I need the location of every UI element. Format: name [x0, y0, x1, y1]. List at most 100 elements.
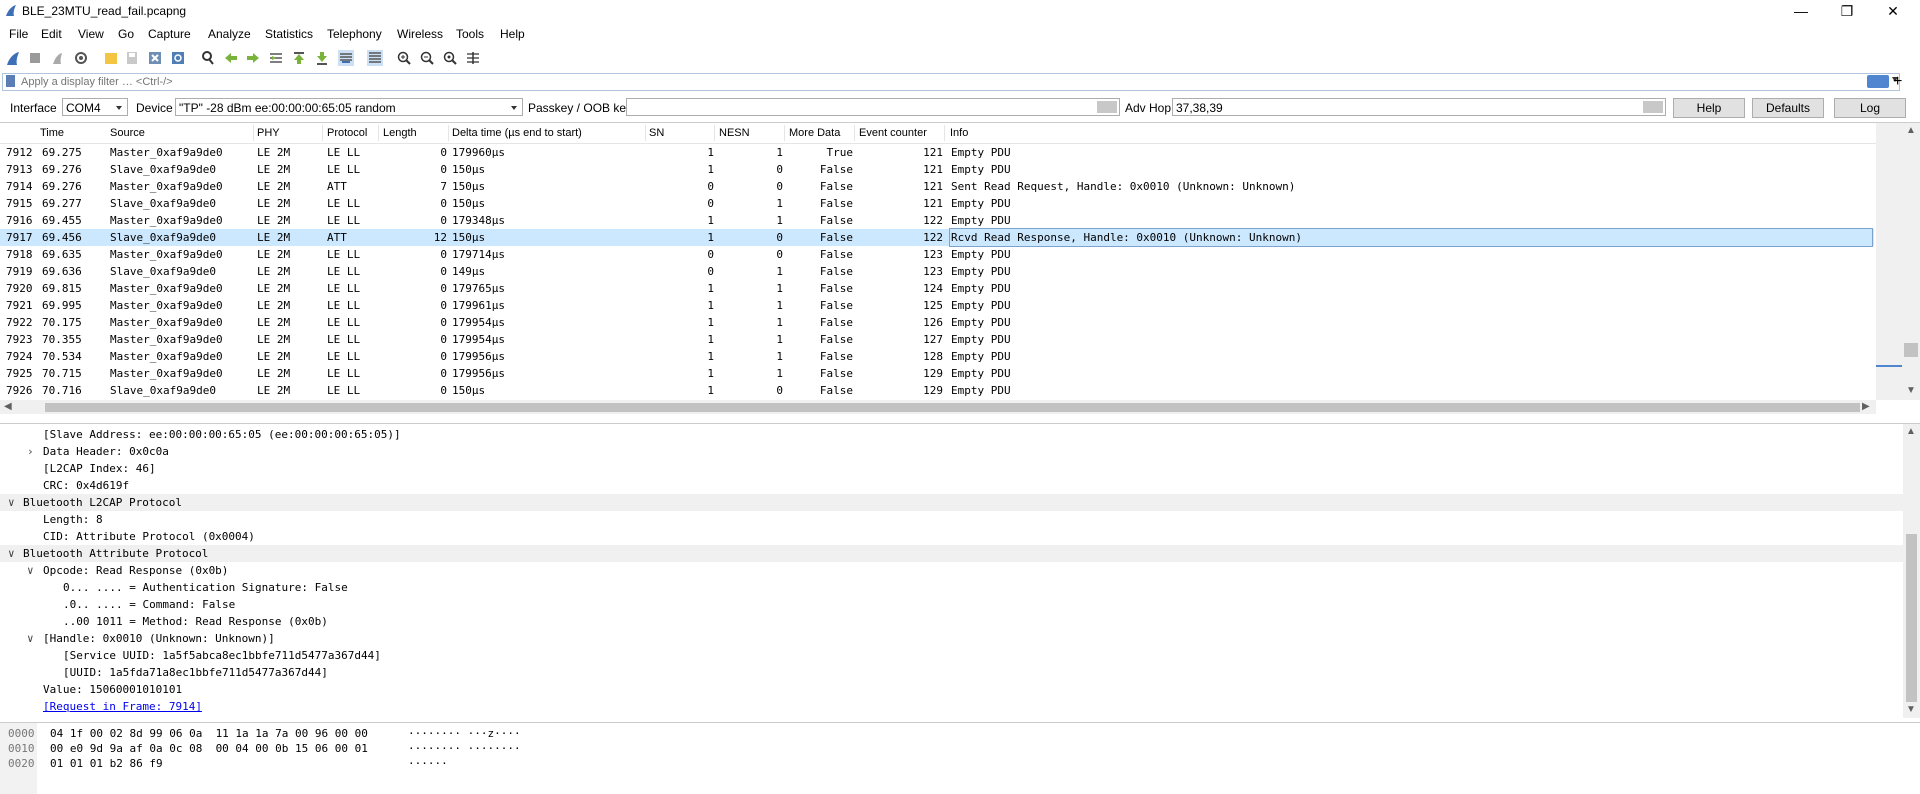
packet-row[interactable]: 7922 70.175 Master_0xaf9a9de0 LE 2M LE LL 0 17… [0, 314, 1874, 331]
restart-icon[interactable] [50, 50, 66, 66]
scroll-up-icon[interactable]: ▲ [1906, 125, 1916, 136]
back-icon[interactable] [223, 50, 239, 66]
stop-icon[interactable] [27, 50, 43, 66]
zoom-out-icon[interactable] [419, 50, 435, 66]
packet-row[interactable]: 7915 69.277 Slave_0xaf9a9de0 LE 2M LE LL 0 150… [0, 195, 1874, 212]
menu-view[interactable]: View [78, 27, 104, 41]
help-button[interactable]: Help [1673, 98, 1745, 118]
col-event-counter[interactable]: Event counter [859, 127, 927, 139]
interface-select[interactable]: COM4 [62, 98, 128, 116]
colorize-icon[interactable] [367, 50, 383, 66]
packet-row[interactable]: 7913 69.276 Slave_0xaf9a9de0 LE 2M LE LL 0 150… [0, 161, 1874, 178]
packet-row[interactable]: 7924 70.534 Master_0xaf9a9de0 LE 2M LE LL 0 17… [0, 348, 1874, 365]
options-icon[interactable] [73, 50, 89, 66]
scroll-up-icon[interactable]: ▲ [1906, 426, 1916, 437]
tree-item[interactable]: [L2CAP Index: 46] [0, 460, 1903, 477]
tree-item[interactable]: .0.. .... = Command: False [0, 596, 1903, 613]
forward-icon[interactable] [245, 50, 261, 66]
resize-columns-icon[interactable] [465, 50, 481, 66]
last-icon[interactable] [314, 50, 330, 66]
tree-item[interactable]: [UUID: 1a5fda71a8ec1bbfe711d5477a367d44] [0, 664, 1903, 681]
menu-edit[interactable]: Edit [41, 27, 62, 41]
scroll-right-icon[interactable]: ▶ [1862, 401, 1870, 412]
col-nesn[interactable]: NESN [719, 127, 750, 139]
tree-item[interactable]: 0... .... = Authentication Signature: Fa… [0, 579, 1903, 596]
menu-wireless[interactable]: Wireless [397, 27, 443, 41]
packet-list-hscroll[interactable]: ◀ ▶ [0, 400, 1876, 414]
packet-row[interactable]: 7921 69.995 Master_0xaf9a9de0 LE 2M LE LL 0 17… [0, 297, 1874, 314]
menu-tools[interactable]: Tools [456, 27, 484, 41]
shark-fin-icon[interactable] [5, 50, 21, 66]
col-delta[interactable]: Delta time (µs end to start) [452, 127, 582, 139]
col-length[interactable]: Length [383, 127, 417, 139]
goto-icon[interactable] [268, 50, 284, 66]
tree-item[interactable]: ∨ Opcode: Read Response (0x0b) [0, 562, 1903, 579]
tree-item[interactable]: ..00 1011 = Method: Read Response (0x0b) [0, 613, 1903, 630]
details-vscroll[interactable]: ▲ ▼ [1903, 424, 1920, 718]
packet-row[interactable]: 7914 69.276 Master_0xaf9a9de0 LE 2M ATT 7 150µ… [0, 178, 1874, 195]
menu-analyze[interactable]: Analyze [208, 27, 251, 41]
display-filter-input[interactable] [21, 74, 1821, 89]
scroll-thumb[interactable] [1904, 343, 1918, 357]
chevron-right-icon[interactable]: › [27, 443, 34, 460]
chevron-down-icon[interactable]: ∨ [8, 545, 15, 562]
tree-item[interactable]: ∨ Bluetooth Attribute Protocol [0, 545, 1903, 562]
maximize-button[interactable]: ❐ [1824, 0, 1870, 22]
menu-help[interactable]: Help [500, 27, 525, 41]
col-more-data[interactable]: More Data [789, 127, 840, 139]
hex-row[interactable]: 0010 00 e0 9d 9a af 0a 0c 08 00 04 00 0b … [0, 741, 1900, 756]
bookmark-icon[interactable] [6, 75, 15, 87]
scroll-left-icon[interactable]: ◀ [4, 401, 12, 412]
packet-row[interactable]: 7919 69.636 Slave_0xaf9a9de0 LE 2M LE LL 0 149… [0, 263, 1874, 280]
scroll-down-icon[interactable]: ▼ [1906, 385, 1916, 396]
passkey-input[interactable] [626, 98, 1120, 116]
col-sn[interactable]: SN [649, 127, 664, 139]
packet-row[interactable]: 7917 69.456 Slave_0xaf9a9de0 LE 2M ATT 12 150µ… [0, 228, 1874, 247]
menu-statistics[interactable]: Statistics [265, 27, 313, 41]
autoscroll-icon[interactable] [338, 50, 354, 66]
tree-item[interactable]: [Service UUID: 1a5f5abca8ec1bbfe711d5477… [0, 647, 1903, 664]
tree-item[interactable]: › Data Header: 0x0c0a [0, 443, 1903, 460]
scroll-down-icon[interactable]: ▼ [1906, 704, 1916, 715]
reload-icon[interactable] [170, 50, 186, 66]
tree-item[interactable]: Length: 8 [0, 511, 1903, 528]
packet-row[interactable]: 7920 69.815 Master_0xaf9a9de0 LE 2M LE LL 0 17… [0, 280, 1874, 297]
chevron-down-icon[interactable]: ∨ [27, 630, 34, 647]
hscroll-thumb[interactable] [45, 403, 1860, 412]
tree-item[interactable]: CRC: 0x4d619f [0, 477, 1903, 494]
tree-item[interactable]: [Request in Frame: 7914] [0, 698, 1903, 715]
packet-row[interactable]: 7918 69.635 Master_0xaf9a9de0 LE 2M LE LL 0 17… [0, 246, 1874, 263]
first-icon[interactable] [291, 50, 307, 66]
packet-list-vscroll[interactable]: ▲ ▼ [1876, 123, 1920, 400]
menu-go[interactable]: Go [118, 27, 134, 41]
packet-row[interactable]: 7912 69.275 Master_0xaf9a9de0 LE 2M LE LL 0 17… [0, 144, 1874, 161]
col-time[interactable]: Time [40, 127, 64, 139]
menu-file[interactable]: File [9, 27, 28, 41]
apply-filter-icon[interactable] [1867, 75, 1889, 88]
zoom-in-icon[interactable] [396, 50, 412, 66]
zoom-reset-icon[interactable] [442, 50, 458, 66]
col-source[interactable]: Source [110, 127, 145, 139]
find-icon[interactable] [200, 50, 216, 66]
packet-row[interactable]: 7926 70.716 Slave_0xaf9a9de0 LE 2M LE LL 0 150… [0, 382, 1874, 399]
defaults-button[interactable]: Defaults [1752, 98, 1824, 118]
packet-row[interactable]: 7925 70.715 Master_0xaf9a9de0 LE 2M LE LL 0 17… [0, 365, 1874, 382]
packet-row[interactable]: 7923 70.355 Master_0xaf9a9de0 LE 2M LE LL 0 17… [0, 331, 1874, 348]
tree-item[interactable]: ∨ Bluetooth L2CAP Protocol [0, 494, 1903, 511]
save-icon[interactable] [124, 50, 140, 66]
menu-capture[interactable]: Capture [148, 27, 191, 41]
add-filter-button[interactable]: + [1893, 73, 1902, 91]
col-phy[interactable]: PHY [257, 127, 280, 139]
chevron-down-icon[interactable]: ∨ [27, 562, 34, 579]
col-protocol[interactable]: Protocol [327, 127, 367, 139]
log-button[interactable]: Log [1834, 98, 1906, 118]
close-file-icon[interactable] [147, 50, 163, 66]
scroll-thumb[interactable] [1906, 534, 1917, 702]
tree-item[interactable]: Value: 15060001010101 [0, 681, 1903, 698]
device-select[interactable]: "TP" -28 dBm ee:00:00:00:65:05 random [175, 98, 523, 116]
hex-row[interactable]: 0020 01 01 01 b2 86 f9 ······ [0, 756, 1900, 771]
col-info[interactable]: Info [950, 127, 968, 139]
hex-row[interactable]: 0000 04 1f 00 02 8d 99 06 0a 11 1a 1a 7a … [0, 726, 1900, 741]
send-arrow-icon[interactable] [1643, 101, 1663, 113]
packet-row[interactable]: 7916 69.455 Master_0xaf9a9de0 LE 2M LE LL 0 17… [0, 212, 1874, 229]
